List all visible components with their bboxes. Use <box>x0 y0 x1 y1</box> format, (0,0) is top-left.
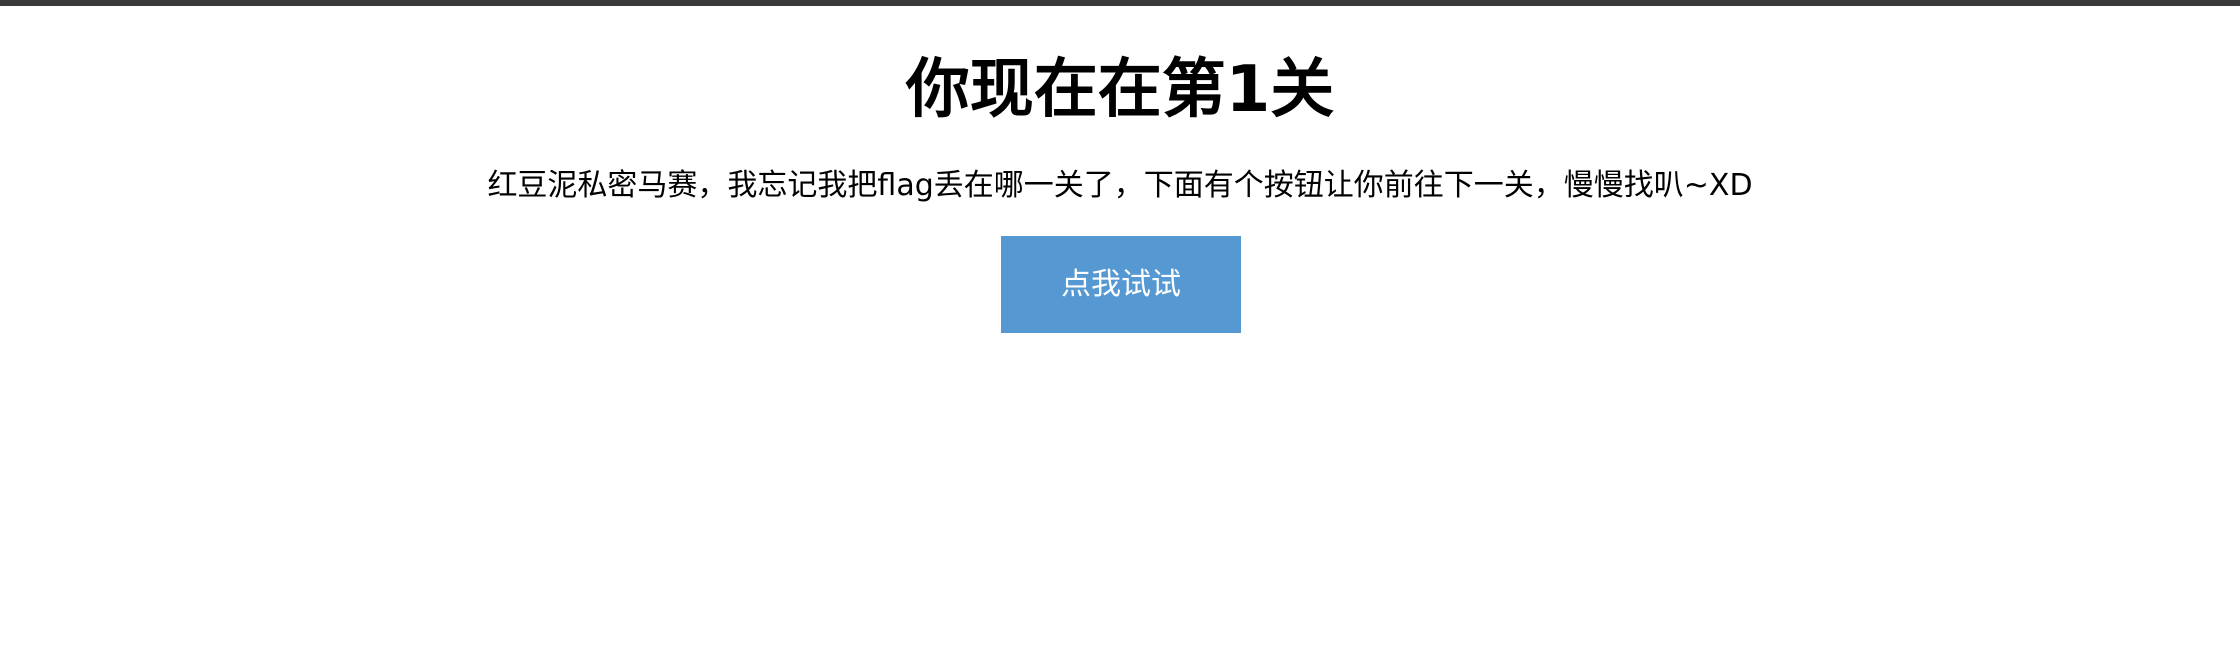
top-border-bar <box>0 0 2240 6</box>
next-level-button[interactable]: 点我试试 <box>1001 236 1241 333</box>
level-description: 红豆泥私密马赛，我忘记我把flag丢在哪一关了，下面有个按钮让你前往下一关，慢慢… <box>487 168 1753 203</box>
page-title: 你现在在第1关 <box>905 53 1335 127</box>
